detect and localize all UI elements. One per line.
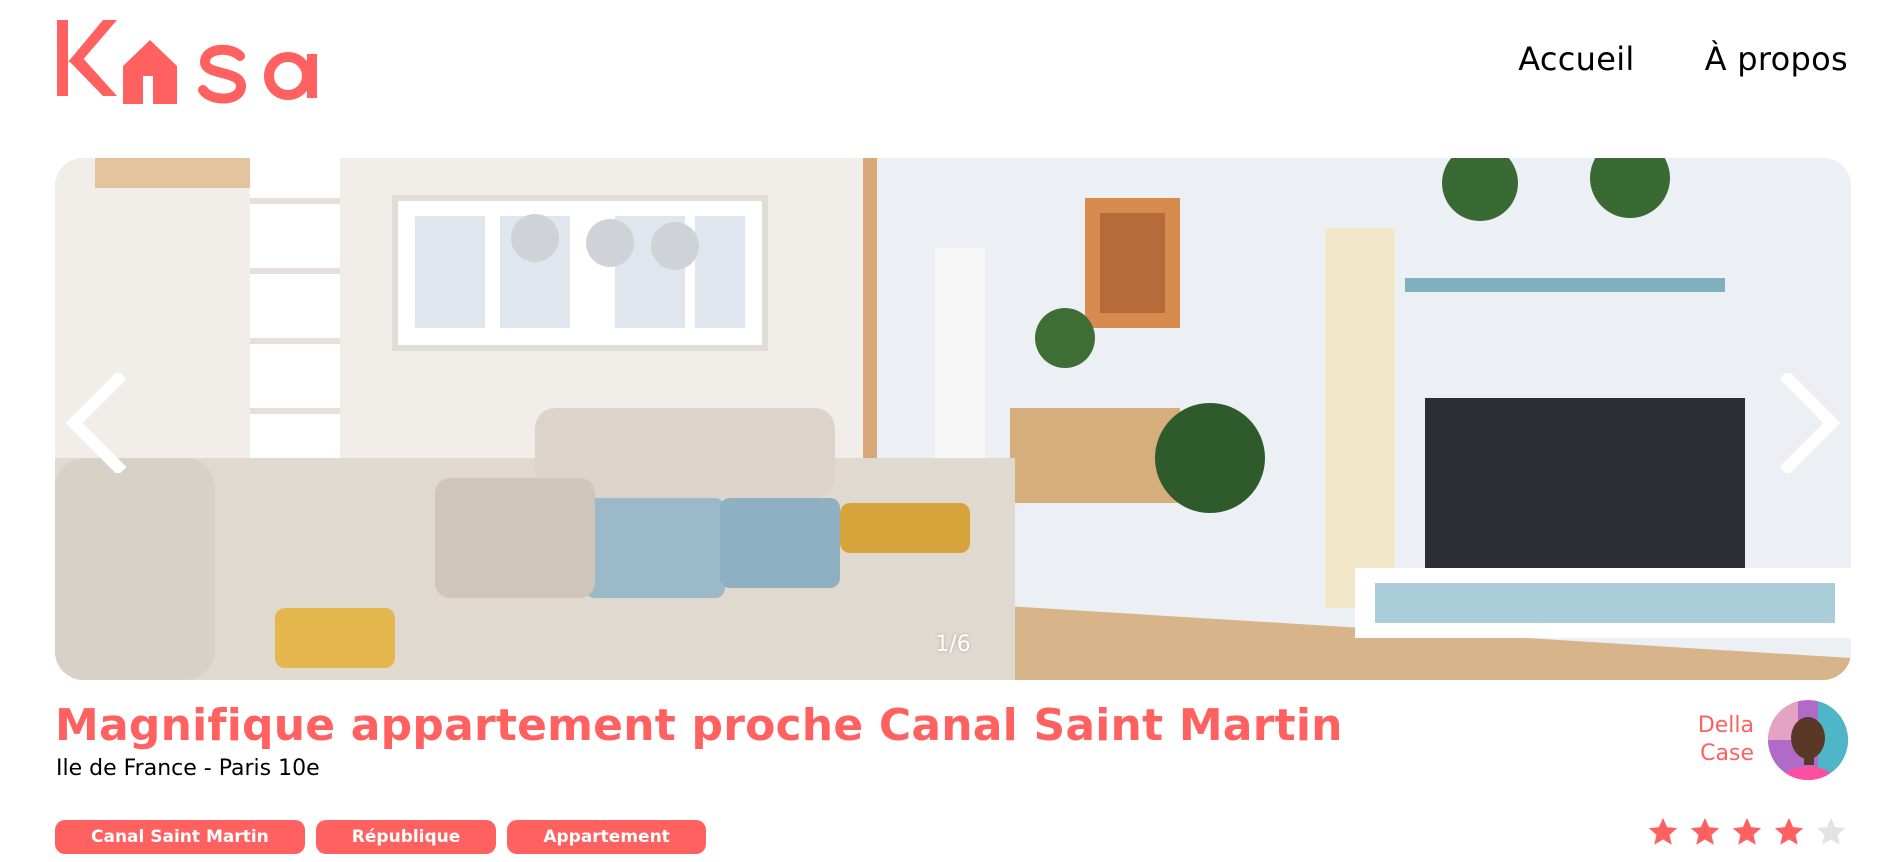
tag-item: Appartement <box>507 820 706 854</box>
image-counter: 1/6 <box>935 632 971 657</box>
host-last-name: Case <box>1700 741 1754 766</box>
host-name: Della Case <box>1698 712 1754 768</box>
listing-title: Magnifique appartement proche Canal Sain… <box>55 700 1343 751</box>
tag-item: Canal Saint Martin <box>55 820 305 854</box>
nav-home-link[interactable]: Accueil <box>1518 40 1634 78</box>
tag-list: Canal Saint Martin République Appartemen… <box>55 820 706 854</box>
star-icon <box>1688 815 1722 849</box>
host-first-name: Della <box>1697 713 1754 738</box>
rating <box>1646 815 1848 849</box>
chevron-right-icon <box>1779 373 1841 473</box>
chevron-left-icon <box>65 373 127 473</box>
star-icon <box>1646 815 1680 849</box>
listing-location: Ile de France - Paris 10e <box>56 756 320 781</box>
host-avatar <box>1768 700 1848 780</box>
star-icon <box>1772 815 1806 849</box>
host-info: Della Case <box>1698 700 1848 780</box>
nav-about-link[interactable]: À propos <box>1705 40 1848 78</box>
star-icon <box>1814 815 1848 849</box>
next-image-button[interactable] <box>1771 368 1851 478</box>
living-room-photo <box>55 158 1851 680</box>
tag-item: République <box>315 820 497 854</box>
header: Accueil À propos <box>0 0 1888 130</box>
image-carousel: 1/6 <box>55 158 1851 680</box>
previous-image-button[interactable] <box>55 368 135 478</box>
main-nav: Accueil À propos <box>1518 40 1848 78</box>
star-icon <box>1730 815 1764 849</box>
kasa-logo[interactable] <box>55 16 325 108</box>
